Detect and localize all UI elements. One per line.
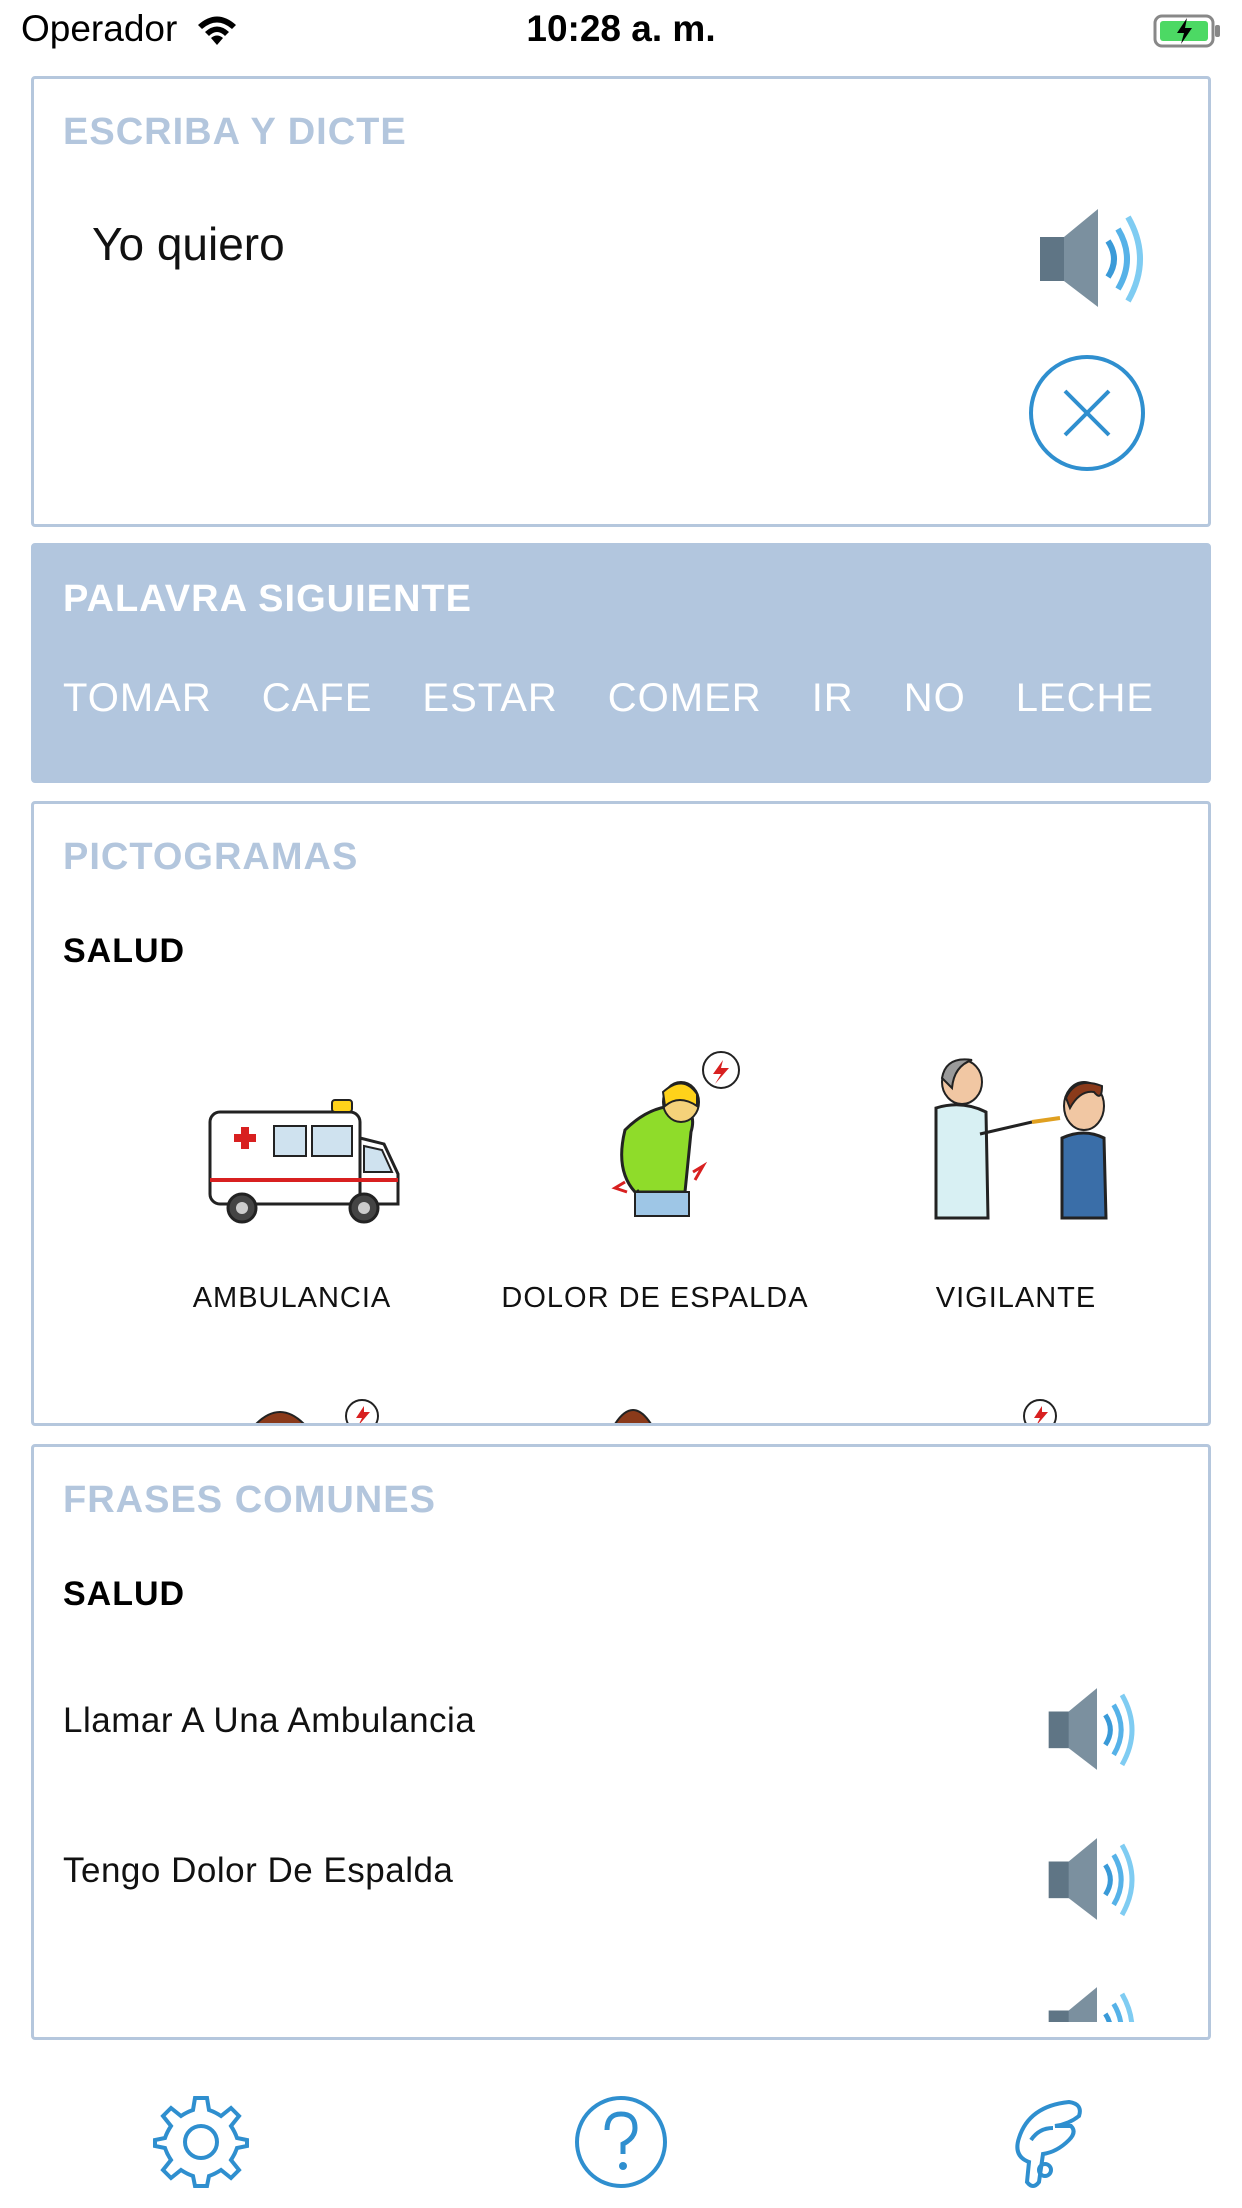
phrases-card: FRASES COMUNES SALUD Llamar A Una Ambula… — [31, 1444, 1211, 2040]
doctor-exam-icon — [934, 1058, 1108, 1220]
tab-help[interactable] — [571, 2092, 671, 2192]
word-suggestion[interactable]: IR — [812, 676, 854, 721]
pictograms-title: PICTOGRAMAS — [63, 836, 359, 878]
word-suggestion[interactable]: LECHE — [1016, 676, 1154, 721]
speaker-icon — [1040, 209, 1143, 307]
battery-icon — [1153, 14, 1223, 53]
speaker-icon — [1048, 1838, 1135, 1920]
dictate-title: ESCRIBA Y DICTE — [63, 111, 407, 153]
phrases-category: SALUD — [63, 1575, 186, 1613]
clear-button[interactable] — [1027, 353, 1147, 473]
next-word-card: PALAVRA SIGUIENTE TOMAR CAFE ESTAR COMER IR N… — [31, 543, 1211, 783]
status-bar: Operador 10:28 a. m. — [0, 0, 1242, 64]
phrase-speak-button[interactable] — [1042, 1683, 1142, 1780]
tab-bar — [0, 2060, 1242, 2208]
pictogram-label: DOLOR DE ESPALDA — [501, 1282, 809, 1314]
dictate-text-input[interactable]: Yo quiero — [92, 217, 285, 271]
phrase-item[interactable]: Llamar A Una Ambulancia — [34, 1683, 1208, 1770]
next-word-title: PALAVRA SIGUIENTE — [63, 578, 472, 620]
pictogram-partial — [242, 1374, 382, 1423]
phrase-speak-button[interactable] — [1042, 1833, 1142, 1930]
dictate-card: ESCRIBA Y DICTE Yo quiero — [31, 76, 1211, 527]
person-icon — [614, 1409, 652, 1423]
pictogram-partial — [609, 1374, 659, 1423]
pictograms-category: SALUD — [63, 932, 186, 970]
word-suggestion[interactable]: CAFE — [262, 676, 373, 721]
speak-button[interactable] — [1032, 203, 1152, 318]
phrase-text: Llamar A Una Ambulancia — [63, 1701, 476, 1740]
pain-icon — [1023, 1399, 1057, 1423]
tab-settings[interactable] — [151, 2092, 251, 2192]
ambulance-icon — [208, 1099, 400, 1224]
help-icon — [575, 2096, 667, 2188]
pictogram-partial — [1018, 1374, 1068, 1423]
word-suggestion[interactable]: ESTAR — [422, 676, 557, 721]
pictogram-vigilante[interactable]: VIGILANTE — [836, 1042, 1196, 1332]
word-suggestion[interactable]: TOMAR — [63, 676, 212, 721]
pictograms-card: PICTOGRAMAS SALUD AMBULANCIA DOLOR DE ES… — [31, 801, 1211, 1426]
back-pain-icon — [611, 1051, 740, 1217]
word-suggestion[interactable]: NO — [904, 676, 966, 721]
gear-icon — [153, 2096, 249, 2188]
word-suggestion[interactable]: COMER — [608, 676, 762, 721]
speaker-icon — [1042, 1982, 1142, 2022]
pictogram-label: VIGILANTE — [935, 1282, 1097, 1314]
pictogram-label: AMBULANCIA — [192, 1282, 392, 1314]
hand-icon — [1015, 2099, 1082, 2188]
pictogram-back-pain[interactable]: DOLOR DE ESPALDA — [475, 1042, 835, 1332]
status-time: 10:28 a. m. — [526, 8, 716, 49]
tab-sign[interactable] — [999, 2092, 1099, 2192]
phrase-item-partial — [34, 1982, 1208, 2022]
word-suggestions: TOMARCAFEESTARCOMERIRNOLECHED — [63, 676, 1180, 736]
speaker-icon — [1048, 1688, 1135, 1770]
phrase-item[interactable]: Tengo Dolor De Espalda — [34, 1833, 1208, 1920]
pictogram-ambulance[interactable]: AMBULANCIA — [112, 1042, 472, 1332]
phrases-title: FRASES COMUNES — [63, 1479, 436, 1521]
person-icon — [255, 1399, 379, 1423]
close-icon — [1029, 355, 1145, 471]
phrase-text: Tengo Dolor De Espalda — [63, 1851, 454, 1890]
